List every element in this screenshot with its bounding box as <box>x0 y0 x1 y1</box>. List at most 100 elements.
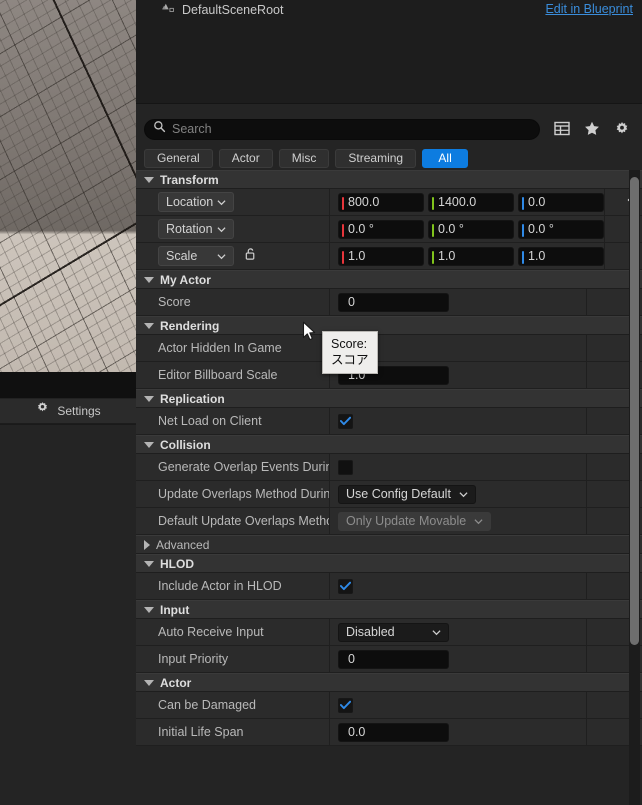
section-title: Actor <box>160 675 192 690</box>
editor-billboard-scale-input[interactable]: 1.0 <box>338 365 449 385</box>
search-box[interactable] <box>144 118 540 140</box>
generate-overlap-events-checkbox[interactable] <box>338 459 353 475</box>
chevron-down-icon <box>144 395 154 402</box>
can-be-damaged-value-cell <box>330 692 586 718</box>
initial-life-span-input[interactable]: 0.0 <box>338 722 449 742</box>
viewport-settings-bar[interactable]: Settings <box>0 398 136 424</box>
auto-receive-input-dropdown[interactable]: Disabled <box>338 622 449 642</box>
chevron-down-icon <box>217 199 226 205</box>
include-actor-in-hlod-value-cell <box>330 573 586 599</box>
update-overlaps-method-dropdown[interactable]: Use Config Default <box>338 484 476 504</box>
net-load-on-client-checkbox[interactable] <box>338 413 353 429</box>
details-scrollbar-track[interactable] <box>629 170 640 805</box>
unlocked-padlock-icon[interactable] <box>244 247 257 266</box>
input-priority-input[interactable]: 0 <box>338 649 449 669</box>
check-icon <box>340 581 351 591</box>
can-be-damaged-label: Can be Damaged <box>136 692 330 718</box>
section-header-advanced[interactable]: Advanced <box>136 535 642 554</box>
rotation-x-input[interactable]: 0.0 ° <box>338 219 424 239</box>
scene-root-icon <box>161 1 175 20</box>
chevron-down-icon <box>474 518 483 524</box>
viewport-bottom-panel <box>0 424 136 805</box>
gear-icon <box>35 401 50 421</box>
filter-chip-actor[interactable]: Actor <box>218 148 273 168</box>
chevron-down-icon <box>432 629 441 635</box>
chevron-down-icon <box>144 441 154 448</box>
unreal-editor-window: Settings DefaultSceneRoot Edit in Bluepr… <box>0 0 642 805</box>
filter-chip-row: General Actor Misc Streaming All <box>136 146 642 170</box>
section-header-rendering[interactable]: Rendering <box>136 316 642 335</box>
star-icon[interactable] <box>584 121 600 137</box>
viewport-lower-dark-area <box>0 372 136 398</box>
details-scrollbar-thumb[interactable] <box>630 177 639 645</box>
section-title: My Actor <box>160 272 211 287</box>
include-actor-in-hlod-checkbox[interactable] <box>338 578 353 594</box>
filter-chip-streaming[interactable]: Streaming <box>335 148 417 168</box>
input-priority-label: Input Priority <box>136 646 330 672</box>
gear-icon[interactable] <box>614 121 630 137</box>
can-be-damaged-checkbox[interactable] <box>338 697 353 713</box>
location-x-input[interactable]: 800.0 <box>338 192 424 212</box>
section-title: Collision <box>160 437 211 452</box>
scale-x-input[interactable]: 1.0 <box>338 246 424 266</box>
chevron-down-icon <box>144 606 154 613</box>
rotation-z-input[interactable]: 0.0 ° <box>518 219 604 239</box>
search-input[interactable] <box>172 122 531 136</box>
property-row-generate-overlap-events: Generate Overlap Events During... <box>136 454 642 481</box>
chevron-down-icon <box>217 253 226 259</box>
section-header-my-actor[interactable]: My Actor <box>136 270 642 289</box>
section-title: Input <box>160 602 190 617</box>
edit-in-blueprint-link[interactable]: Edit in Blueprint <box>545 2 633 16</box>
chevron-down-icon <box>217 226 226 232</box>
scale-z-input[interactable]: 1.0 <box>518 246 604 266</box>
check-icon <box>340 416 351 426</box>
filter-chip-misc[interactable]: Misc <box>278 148 330 168</box>
auto-receive-input-value-cell: Disabled <box>330 619 586 645</box>
rotation-mode-dropdown[interactable]: Rotation <box>158 219 234 239</box>
section-header-actor[interactable]: Actor <box>136 673 642 692</box>
viewport-3d-scene[interactable] <box>0 0 136 372</box>
check-icon <box>340 700 351 710</box>
scale-y-input[interactable]: 1.0 <box>428 246 514 266</box>
section-title: Advanced <box>156 537 210 552</box>
scale-vector: 1.0 1.0 1.0 <box>338 246 604 266</box>
editor-billboard-scale-label: Editor Billboard Scale <box>136 362 330 388</box>
chevron-down-icon <box>144 322 154 329</box>
location-label-cell: Location <box>136 189 330 215</box>
property-row-score: Score 0 <box>136 289 642 316</box>
section-header-transform[interactable]: Transform <box>136 170 642 189</box>
filter-chip-all[interactable]: All <box>422 148 469 168</box>
actor-hidden-in-game-checkbox[interactable] <box>338 340 353 356</box>
scale-mode-dropdown[interactable]: Scale <box>158 246 234 266</box>
update-overlaps-method-value: Use Config Default <box>346 487 451 501</box>
location-z-input[interactable]: 0.0 <box>518 192 604 212</box>
generate-overlap-events-value-cell <box>330 454 586 480</box>
update-overlaps-method-label: Update Overlaps Method During... <box>136 481 330 507</box>
input-priority-value-cell: 0 <box>330 646 586 672</box>
component-label: DefaultSceneRoot <box>182 3 284 17</box>
net-load-on-client-label: Net Load on Client <box>136 408 330 434</box>
filter-chip-general[interactable]: General <box>144 148 213 168</box>
generate-overlap-events-label: Generate Overlap Events During... <box>136 454 330 480</box>
section-header-replication[interactable]: Replication <box>136 389 642 408</box>
rotation-label-cell: Rotation <box>136 216 330 242</box>
rotation-vector: 0.0 ° 0.0 ° 0.0 ° <box>338 219 604 239</box>
chevron-down-icon <box>144 276 154 283</box>
viewport-grid-major <box>0 0 136 372</box>
section-header-input[interactable]: Input <box>136 600 642 619</box>
section-header-collision[interactable]: Collision <box>136 435 642 454</box>
include-actor-in-hlod-label: Include Actor in HLOD <box>136 573 330 599</box>
location-y-input[interactable]: 1400.0 <box>428 192 514 212</box>
column-layout-icon[interactable] <box>554 121 570 137</box>
property-row-default-update-overlaps-method: Default Update Overlaps Method... Only U… <box>136 508 642 535</box>
level-viewport[interactable]: Settings <box>0 0 136 805</box>
section-header-hlod[interactable]: HLOD <box>136 554 642 573</box>
initial-life-span-value-cell: 0.0 <box>330 719 586 745</box>
rotation-y-input[interactable]: 0.0 ° <box>428 219 514 239</box>
location-mode-dropdown[interactable]: Location <box>158 192 234 212</box>
score-input[interactable]: 0 <box>338 292 449 312</box>
default-update-overlaps-method-value: Only Update Movable <box>346 514 467 528</box>
rotation-label: Rotation <box>166 222 213 236</box>
property-row-input-priority: Input Priority 0 <box>136 646 642 673</box>
viewport-settings-label: Settings <box>57 404 101 418</box>
